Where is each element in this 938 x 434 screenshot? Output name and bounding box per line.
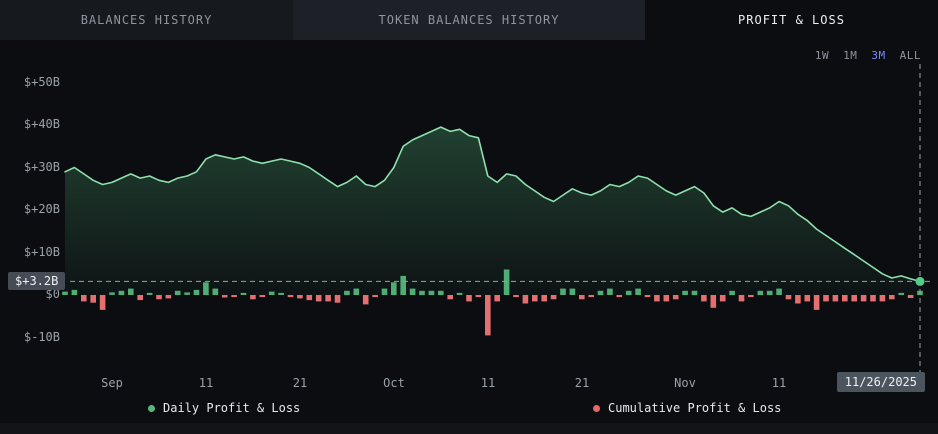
y-axis-label: $+10B [6, 245, 60, 259]
x-axis-label: Nov [661, 376, 709, 390]
current-date-badge: 11/26/2025 [837, 372, 925, 392]
current-value-badge: $+3.2B [8, 272, 65, 290]
y-axis-label: $+20B [6, 202, 60, 216]
legend-item-cumulative[interactable]: Cumulative Profit & Loss [593, 401, 781, 415]
legend-label-daily: Daily Profit & Loss [163, 401, 300, 415]
range-option-1m[interactable]: 1M [843, 49, 857, 62]
range-option-all[interactable]: ALL [900, 49, 921, 62]
x-axis-label: 11 [755, 376, 803, 390]
x-axis-label: Oct [370, 376, 418, 390]
pnl-dashboard: BALANCES HISTORY TOKEN BALANCES HISTORY … [0, 0, 938, 434]
cumulative-series-color-dot [593, 405, 600, 412]
range-option-3m[interactable]: 3M [871, 49, 885, 62]
daily-series-color-dot [148, 405, 155, 412]
time-range-selector: 1W 1M 3M ALL [815, 49, 921, 62]
x-axis-label: Sep [88, 376, 136, 390]
x-axis-label: 11 [464, 376, 512, 390]
range-option-1w[interactable]: 1W [815, 49, 829, 62]
x-axis-label: 11 [182, 376, 230, 390]
y-axis-label: $-10B [6, 330, 60, 344]
y-axis-label: $+40B [6, 117, 60, 131]
y-axis-label: $+50B [6, 75, 60, 89]
pnl-chart[interactable] [0, 0, 938, 434]
legend-item-daily[interactable]: Daily Profit & Loss [148, 401, 300, 415]
legend-label-cumulative: Cumulative Profit & Loss [608, 401, 781, 415]
x-axis-label: 21 [558, 376, 606, 390]
x-axis-label: 21 [276, 376, 324, 390]
y-axis-label: $+30B [6, 160, 60, 174]
